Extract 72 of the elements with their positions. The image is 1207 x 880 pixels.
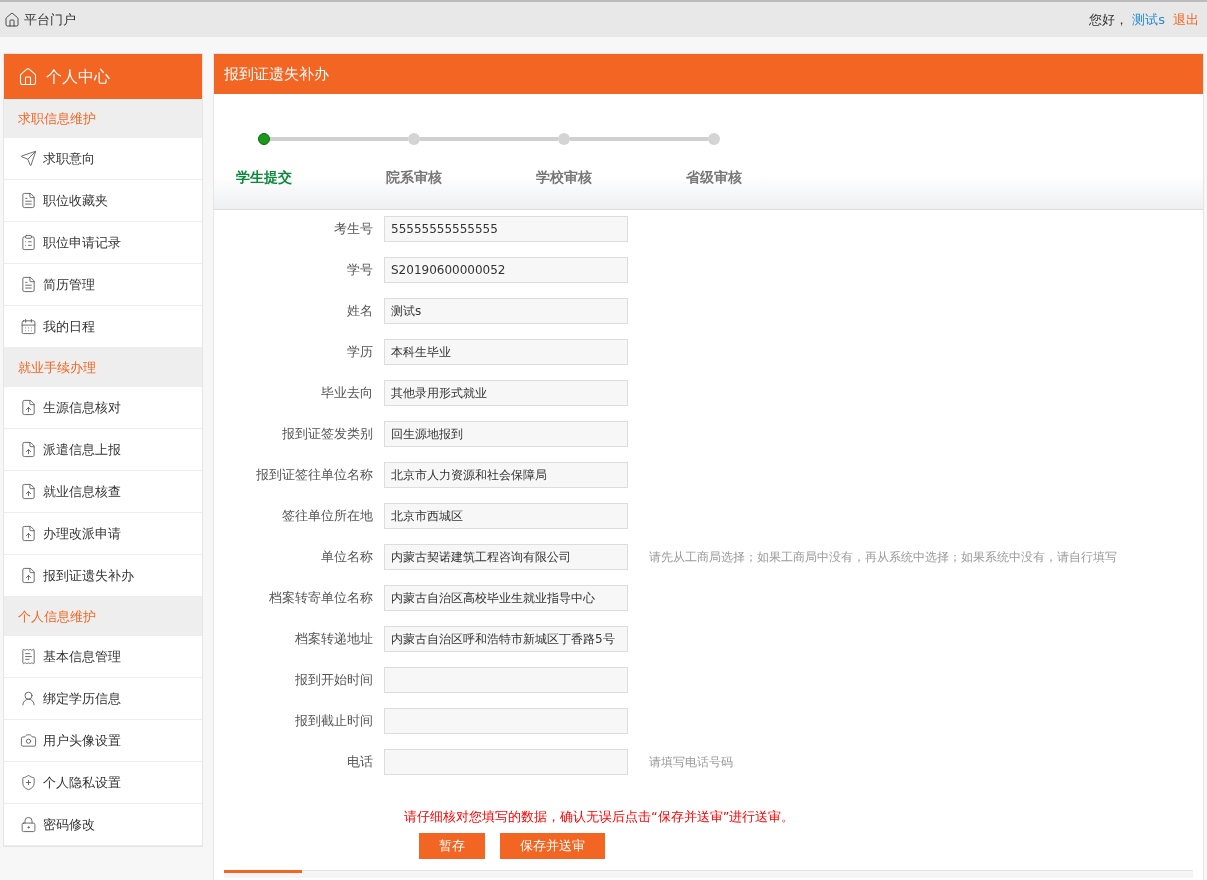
- field-hint: 请填写电话号码: [649, 754, 733, 771]
- upload-icon: [20, 441, 37, 458]
- upload-icon: [20, 399, 37, 416]
- sidebar-item[interactable]: 职位收藏夹: [4, 180, 202, 222]
- sidebar-item[interactable]: 简历管理: [4, 264, 202, 306]
- sidebar-item[interactable]: 用户头像设置: [4, 720, 202, 762]
- field-label: 姓名: [346, 302, 374, 321]
- sidebar-group-title: 求职信息维护: [4, 99, 202, 138]
- input-field[interactable]: [384, 708, 628, 734]
- input-field[interactable]: 内蒙古契诺建筑工程咨询有限公司: [384, 544, 628, 570]
- step-label: 学校审核: [535, 168, 593, 187]
- home-icon: [18, 66, 38, 87]
- sidebar-title: 个人中心: [46, 65, 110, 88]
- input-field[interactable]: S20190600000052: [384, 257, 628, 283]
- portal-link[interactable]: 平台门户: [4, 9, 76, 30]
- field-label: 学历: [346, 343, 374, 362]
- sidebar-group-title: 就业手续办理: [4, 348, 202, 387]
- field-label: 学号: [346, 261, 374, 280]
- sidebar-item[interactable]: 基本信息管理: [4, 636, 202, 678]
- document-icon: [20, 192, 37, 209]
- calendar-icon: [20, 318, 37, 335]
- input-field[interactable]: 北京市人力资源和社会保障局: [384, 462, 628, 488]
- greeting-text: 您好，: [1089, 10, 1129, 29]
- shield-icon: [20, 774, 37, 791]
- user-icon: [20, 690, 37, 707]
- input-field[interactable]: 其他录用形式就业: [384, 380, 628, 406]
- sidebar-item[interactable]: 职位申请记录: [4, 222, 202, 264]
- sidebar-item[interactable]: 求职意向: [4, 138, 202, 180]
- field-label: 单位名称: [320, 548, 374, 567]
- field-label: 报到证签发类别: [281, 425, 374, 444]
- input-field[interactable]: 内蒙古自治区呼和浩特市新城区丁香路5号: [384, 626, 628, 652]
- step-label: 省级审核: [685, 168, 743, 187]
- field-label: 报到证签往单位名称: [255, 466, 374, 485]
- panel-header: 报到证遗失补办: [214, 54, 1203, 94]
- field-hint: 请先从工商局选择；如果工商局中没有，再从系统中选择；如果系统中没有，请自行填写: [649, 549, 1117, 566]
- field-label: 档案转寄单位名称: [268, 589, 374, 608]
- sidebar-item[interactable]: 就业信息核查: [4, 471, 202, 513]
- clipboard-icon: [20, 234, 37, 251]
- upload-icon: [20, 525, 37, 542]
- upload-icon: [20, 483, 37, 500]
- input-field[interactable]: 回生源地报到: [384, 421, 628, 447]
- paper-plane-icon: [20, 150, 37, 167]
- lock-icon: [20, 816, 37, 833]
- input-field[interactable]: 本科生毕业: [384, 339, 628, 365]
- field-label: 报到开始时间: [294, 671, 374, 690]
- home-icon: [4, 11, 20, 28]
- input-field[interactable]: 测试s: [384, 298, 628, 324]
- sidebar-item[interactable]: 生源信息核对: [4, 387, 202, 429]
- step-label: 院系审核: [385, 168, 443, 187]
- input-field[interactable]: [384, 749, 628, 775]
- sidebar-group-title: 个人信息维护: [4, 597, 202, 636]
- upload-icon: [20, 567, 37, 584]
- field-label: 考生号: [333, 220, 374, 239]
- input-field[interactable]: 北京市西城区: [384, 503, 628, 529]
- document-icon: [20, 276, 37, 293]
- receipt-icon: [20, 648, 37, 665]
- camera-icon: [20, 732, 37, 749]
- notice-text: 请仔细核对您填写的数据，确认无误后点击“保存并送审”进行送审。: [404, 808, 796, 826]
- field-label: 签往单位所在地: [281, 507, 374, 526]
- sidebar-item[interactable]: 绑定学历信息: [4, 678, 202, 720]
- sidebar-item[interactable]: 办理改派申请: [4, 513, 202, 555]
- input-field[interactable]: [384, 667, 628, 693]
- sidebar-item[interactable]: 个人隐私设置: [4, 762, 202, 804]
- field-label: 报到截止时间: [294, 712, 374, 731]
- input-field[interactable]: 内蒙古自治区高校毕业生就业指导中心: [384, 585, 628, 611]
- field-label: 档案转递地址: [294, 630, 374, 649]
- sidebar-item[interactable]: 派遣信息上报: [4, 429, 202, 471]
- field-label: 电话: [346, 753, 374, 772]
- sidebar-item[interactable]: 密码修改: [4, 804, 202, 846]
- field-label: 毕业去向: [320, 384, 374, 403]
- input-field[interactable]: 55555555555555: [384, 216, 628, 242]
- step-label: 学生提交: [235, 168, 293, 187]
